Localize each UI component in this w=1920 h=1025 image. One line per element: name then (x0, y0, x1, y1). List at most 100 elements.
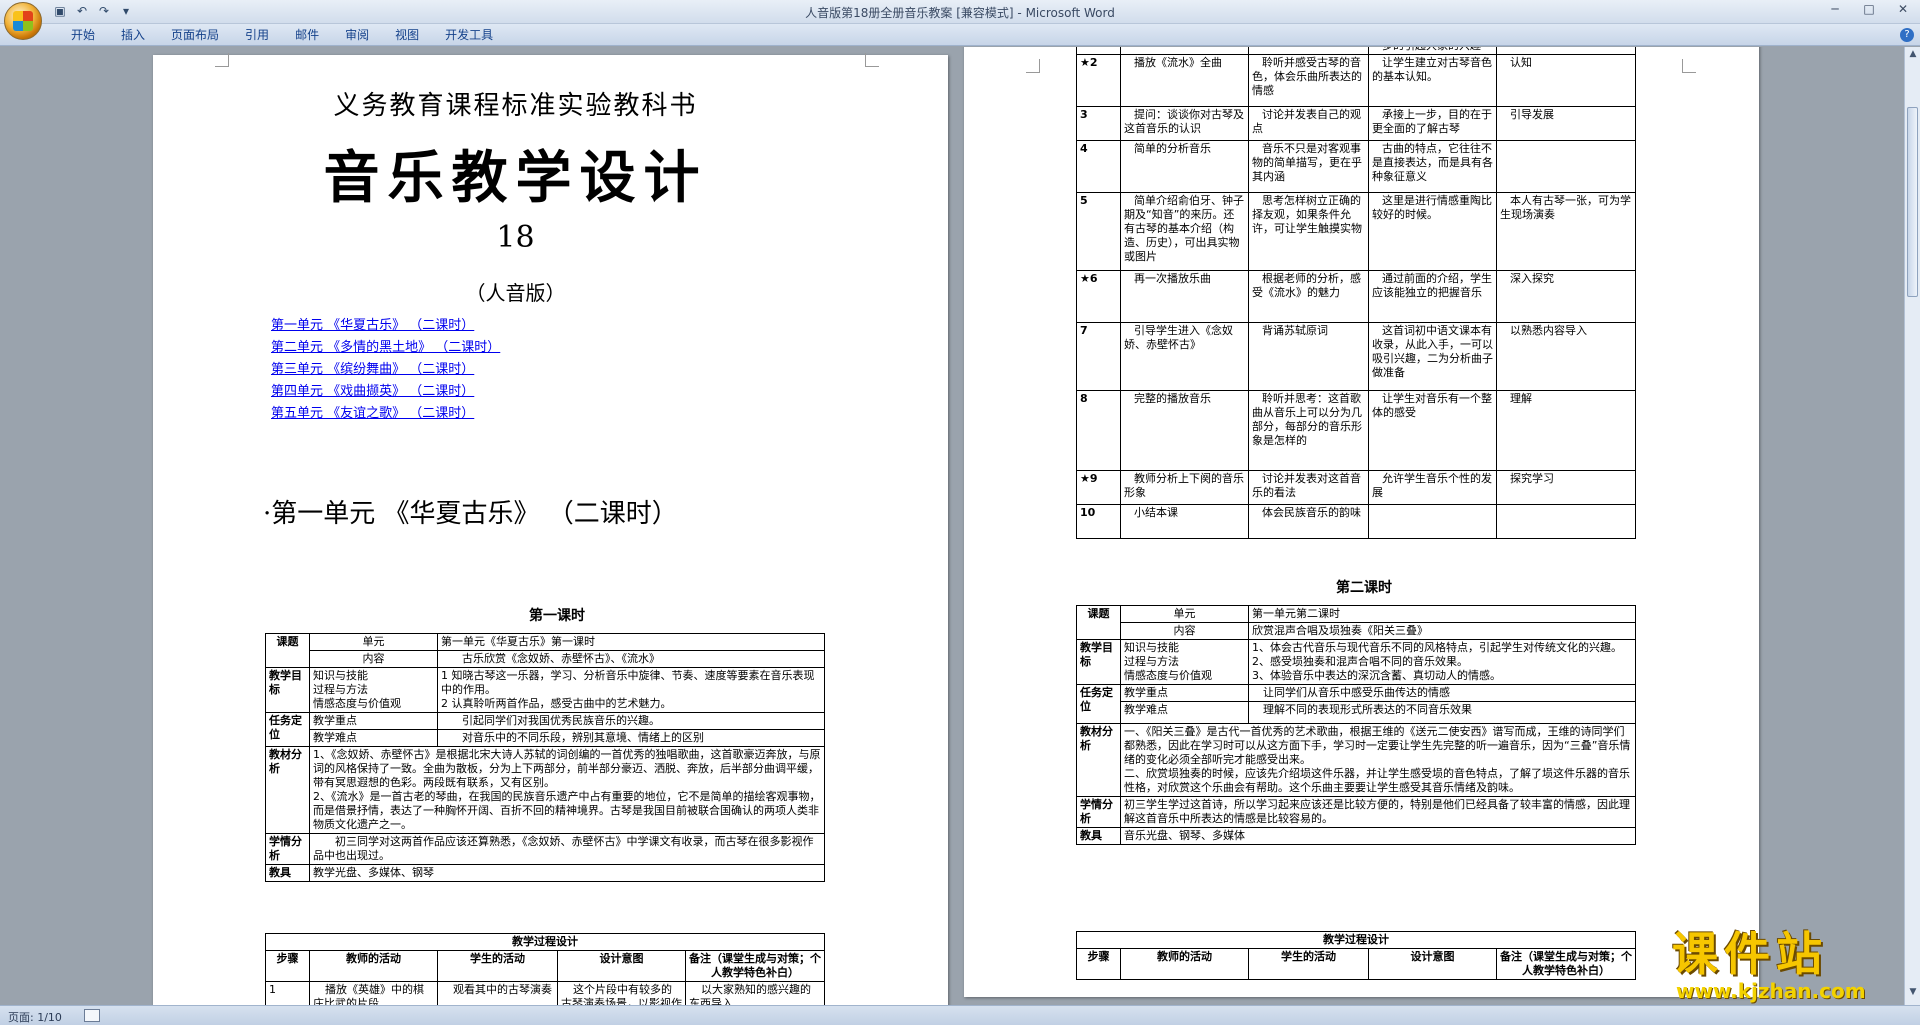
toc-link[interactable]: 第四单元 《戏曲撷英》 （二课时） (271, 381, 500, 403)
table-row: 3 提问：谈谈你对古琴及这首音乐的认识 讨论并发表自己的观点 承接上一步，目的在于更全… (1076, 106, 1636, 141)
maximize-icon[interactable]: □ (1858, 2, 1880, 18)
document-area[interactable]: 义务教育课程标准实验教科书 音乐教学设计 18 （人音版） 第一单元 《华夏古乐… (0, 47, 1904, 1005)
ribbon-tab[interactable]: 页面布局 (158, 27, 232, 43)
table-cell: 深入探究 (1496, 270, 1636, 323)
doc-title-series: 义务教育课程标准实验教科书 (333, 91, 698, 121)
table-cell: 播放《英雄》中的棋庄比武的片段 (309, 981, 438, 1005)
ribbon-tab[interactable]: 开发工具 (432, 27, 506, 43)
crop-mark (865, 53, 879, 67)
column-header: 设计意图 (1368, 948, 1497, 980)
toc-link[interactable]: 第一单元 《华夏古乐》 （二课时） (271, 315, 500, 337)
table-cell (1496, 47, 1636, 55)
proofing-icon[interactable] (84, 1009, 100, 1022)
table-cell: 小结本课 (1120, 504, 1249, 539)
watermark-text: 课件站 (1672, 927, 1828, 981)
ribbon: 开始 插入 页面布局 引用 邮件 审阅 视图 开发工具 ? (0, 24, 1920, 46)
cell-label: 教材分析 (1076, 723, 1121, 797)
cell-value: 引起同学们对我国优秀民族音乐的兴趣。 (437, 712, 825, 730)
column-header: 学生的活动 (437, 950, 558, 982)
table-cell: 音乐不只是对客观事物的简单描写，更在乎其内涵 (1248, 140, 1369, 193)
cell-label: 教学目标 (265, 667, 310, 713)
cell-value: 教学光盘、多媒体、钢琴 (309, 864, 825, 882)
cell-label: 教材分析 (265, 746, 310, 834)
toc-link[interactable]: 第五单元 《友谊之歌》 （二课时） (271, 403, 500, 425)
table-cell: 7 (1076, 322, 1121, 391)
table-of-contents: 第一单元 《华夏古乐》 （二课时） 第二单元 《多情的黑土地》 （二课时） 第三单元… (271, 315, 500, 425)
table-cell: 讨论并发表自己的观点 (1248, 106, 1369, 141)
cell-value: 对音乐中的不同乐段，辨别其意境、情绪上的区别 (437, 729, 825, 747)
column-header: 备注（课堂生成与对策；个人教学特色补白） (685, 950, 825, 982)
cell-label: 课题 (265, 633, 310, 668)
cell-value: 一、《阳关三叠》是古代一首优秀的艺术歌曲，根据王维的《送元二使安西》谱写而成，王… (1120, 723, 1636, 797)
vertical-scrollbar[interactable]: ▲ ▼ (1904, 47, 1920, 1005)
table-cell: 让学生建立对古琴音色的基本认知。 (1368, 54, 1497, 107)
help-icon[interactable]: ? (1900, 28, 1914, 42)
table-cell: 多的引起大家的兴趣 (1368, 47, 1497, 55)
ribbon-tab[interactable]: 视图 (382, 27, 432, 43)
table-cell: 完整的播放音乐 (1120, 390, 1249, 471)
table-row: 多的引起大家的兴趣 (1076, 47, 1636, 55)
cell-label: 任务定位 (1076, 684, 1121, 724)
page-indicator[interactable]: 页面: 1/10 (8, 1009, 62, 1025)
lesson2-info-table: 课题 单元 第一单元第二课时 内容 欣赏混声合唱及埙独奏《阳关三叠》 教学目标 … (1076, 605, 1636, 845)
ribbon-tab[interactable]: 引用 (232, 27, 282, 43)
cell-value: 音乐光盘、钢琴、多媒体 (1120, 827, 1636, 845)
table-cell: 3 (1076, 106, 1121, 141)
column-header: 教师的活动 (1120, 948, 1249, 980)
cell-value: 让同学们从音乐中感受乐曲传达的情感 (1248, 684, 1636, 702)
table-row: 7 引导学生进入《念奴娇、赤壁怀古》 背诵苏轼原词 这首词初中语文课本有收录，从此入手… (1076, 322, 1636, 391)
table-cell: 简单的分析音乐 (1120, 140, 1249, 193)
office-button[interactable] (4, 2, 42, 40)
scroll-down-icon[interactable]: ▼ (1905, 987, 1920, 1001)
column-header: 学生的活动 (1248, 948, 1369, 980)
table-cell: 理解 (1496, 390, 1636, 471)
doc-title-volume: 18 (496, 220, 535, 255)
lesson2-process-table: 教学过程设计 步骤 教师的活动 学生的活动 设计意图 备注（课堂生成与对策；个人教学特色… (1076, 931, 1636, 980)
column-header: 步骤 (1076, 948, 1121, 980)
table-cell: 通过前面的介绍，学生应该能独立的把握音乐 (1368, 270, 1497, 323)
close-icon[interactable]: ✕ (1892, 2, 1914, 18)
table-cell: 简单介绍俞伯牙、钟子期及“知音”的来历。还有古琴的基本介绍（构造、历史），可出具… (1120, 192, 1249, 271)
ribbon-tab[interactable]: 审阅 (332, 27, 382, 43)
cell-label: 教学目标 (1076, 639, 1121, 685)
cell-label: 任务定位 (265, 712, 310, 747)
crop-mark (215, 53, 229, 67)
process-title: 教学过程设计 (265, 933, 825, 951)
table-cell: 这首词初中语文课本有收录，从此入手，一可以吸引兴趣，二为分析曲子做准备 (1368, 322, 1497, 391)
table-cell: 引导发展 (1496, 106, 1636, 141)
lesson1-process-table-continued: 多的引起大家的兴趣★2播放《流水》全曲聆听并感受古琴的音色，体会乐曲所表达的情感… (1076, 47, 1636, 539)
table-cell: 这里是进行情感重陶比较好的时候。 (1368, 192, 1497, 271)
toc-link[interactable]: 第二单元 《多情的黑土地》 （二课时） (271, 337, 500, 359)
cell-label: 课题 (1076, 605, 1121, 640)
ribbon-tab[interactable]: 插入 (108, 27, 158, 43)
ribbon-tab[interactable]: 邮件 (282, 27, 332, 43)
table-cell: 提问：谈谈你对古琴及这首音乐的认识 (1120, 106, 1249, 141)
table-cell: 8 (1076, 390, 1121, 471)
ribbon-tab[interactable]: 开始 (58, 27, 108, 43)
table-cell: 观看其中的古琴演奏 (437, 981, 558, 1005)
table-cell: 5 (1076, 192, 1121, 271)
page-2[interactable]: 多的引起大家的兴趣★2播放《流水》全曲聆听并感受古琴的音色，体会乐曲所表达的情感… (964, 47, 1759, 997)
table-cell: 这个片段中有较多的古琴演奏场景，以影视作品引入古琴，会更 (557, 981, 686, 1005)
table-cell: 讨论并发表对这首音乐的看法 (1248, 470, 1369, 505)
column-header: 教师的活动 (309, 950, 438, 982)
cell-value: 第一单元第二课时 (1248, 605, 1636, 623)
column-header: 备注（课堂生成与对策；个人教学特色补白） (1496, 948, 1636, 980)
minimize-icon[interactable]: ─ (1824, 2, 1846, 18)
scroll-up-icon[interactable]: ▲ (1905, 49, 1920, 63)
toc-link[interactable]: 第三单元 《缤纷舞曲》 （二课时） (271, 359, 500, 381)
table-cell: 允许学生音乐个性的发展 (1368, 470, 1497, 505)
process-title: 教学过程设计 (1076, 931, 1636, 949)
table-cell: 古曲的特点，它往往不是直接表达，而是具有各种象征意义 (1368, 140, 1497, 193)
cell-value: 欣赏混声合唱及埙独奏《阳关三叠》 (1248, 622, 1636, 640)
window-title: 人音版第18册全册音乐教案 [兼容模式] - Microsoft Word (805, 6, 1115, 20)
table-cell: 认知 (1496, 54, 1636, 107)
table-cell: 引导学生进入《念奴娇、赤壁怀古》 (1120, 322, 1249, 391)
table-cell: 思考怎样树立正确的择友观，如果条件允许，可让学生触摸实物 (1248, 192, 1369, 271)
cell-key: 单元 (1120, 605, 1249, 623)
lesson-heading: 第一课时 (529, 608, 585, 624)
table-row: 10 小结本课 体会民族音乐的韵味 (1076, 504, 1636, 539)
status-bar: 页面: 1/10 (0, 1005, 1920, 1025)
scroll-thumb[interactable] (1907, 107, 1918, 297)
page-1[interactable]: 义务教育课程标准实验教科书 音乐教学设计 18 （人音版） 第一单元 《华夏古乐… (153, 53, 948, 1005)
